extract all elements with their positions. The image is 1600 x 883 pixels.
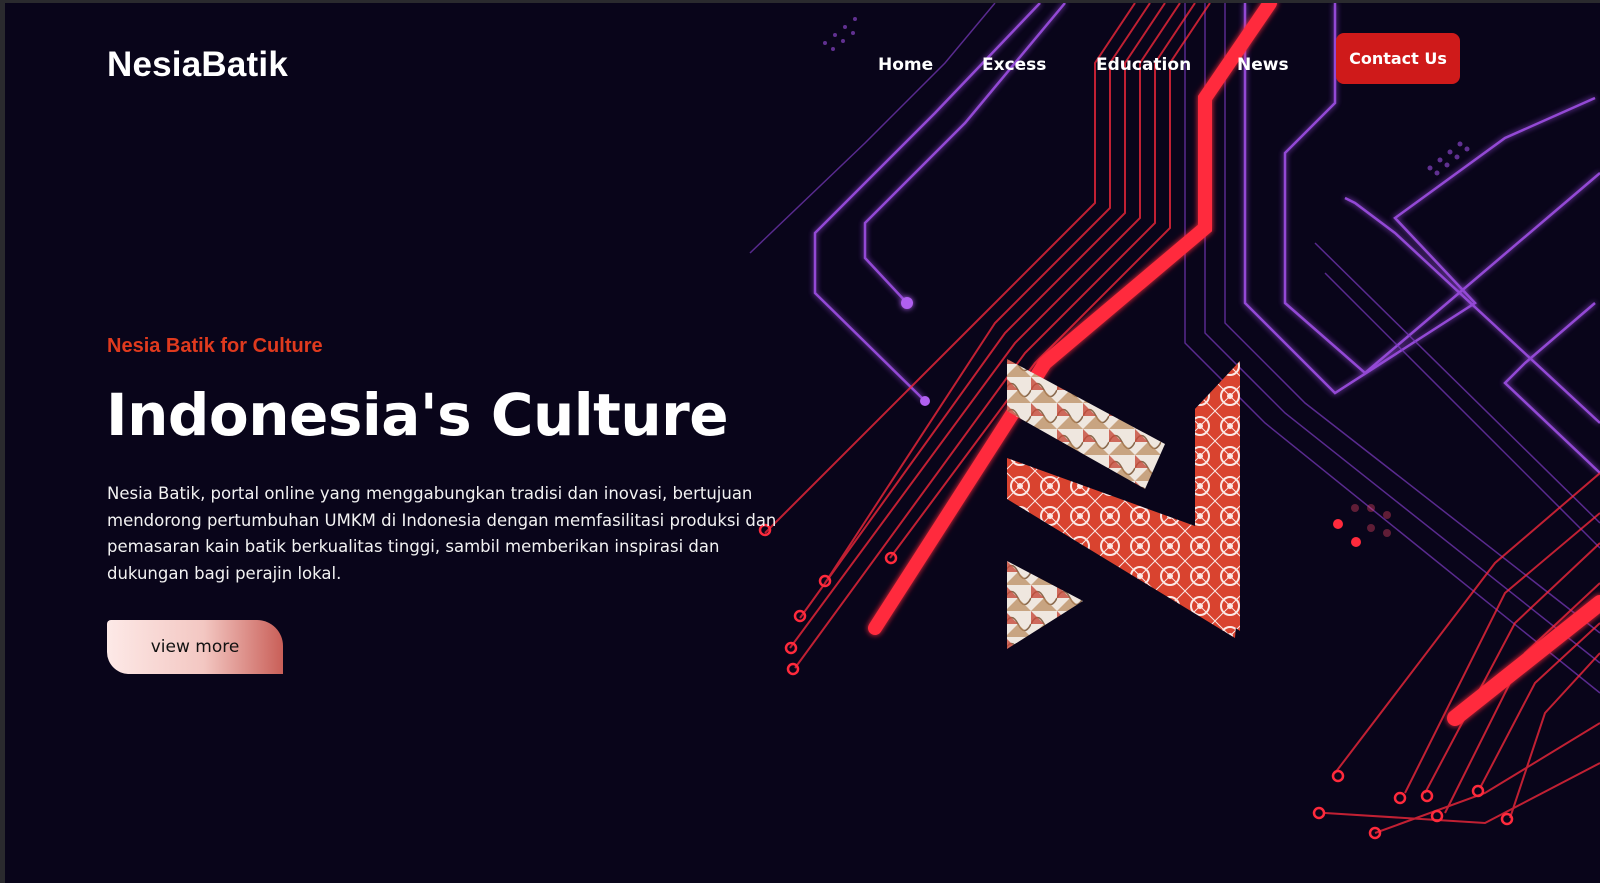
nav-item-education[interactable]: Education xyxy=(1096,55,1191,75)
hero-eyebrow: Nesia Batik for Culture xyxy=(107,335,323,357)
hero-section: NesiaBatik Home Excess Education News Co… xyxy=(5,3,1600,883)
view-more-button[interactable]: view more xyxy=(107,620,283,674)
contact-us-button[interactable]: Contact Us xyxy=(1336,33,1460,84)
hero-description: Nesia Batik, portal online yang menggabu… xyxy=(107,484,777,583)
batik-n-logo-mark xyxy=(1007,359,1240,649)
hero-title: Indonesia's Culture xyxy=(106,381,729,449)
nav-item-home[interactable]: Home xyxy=(878,55,933,75)
nav-item-news[interactable]: News xyxy=(1237,55,1289,75)
brand-logo[interactable]: NesiaBatik xyxy=(107,45,288,85)
nav-item-excess[interactable]: Excess xyxy=(982,55,1046,75)
